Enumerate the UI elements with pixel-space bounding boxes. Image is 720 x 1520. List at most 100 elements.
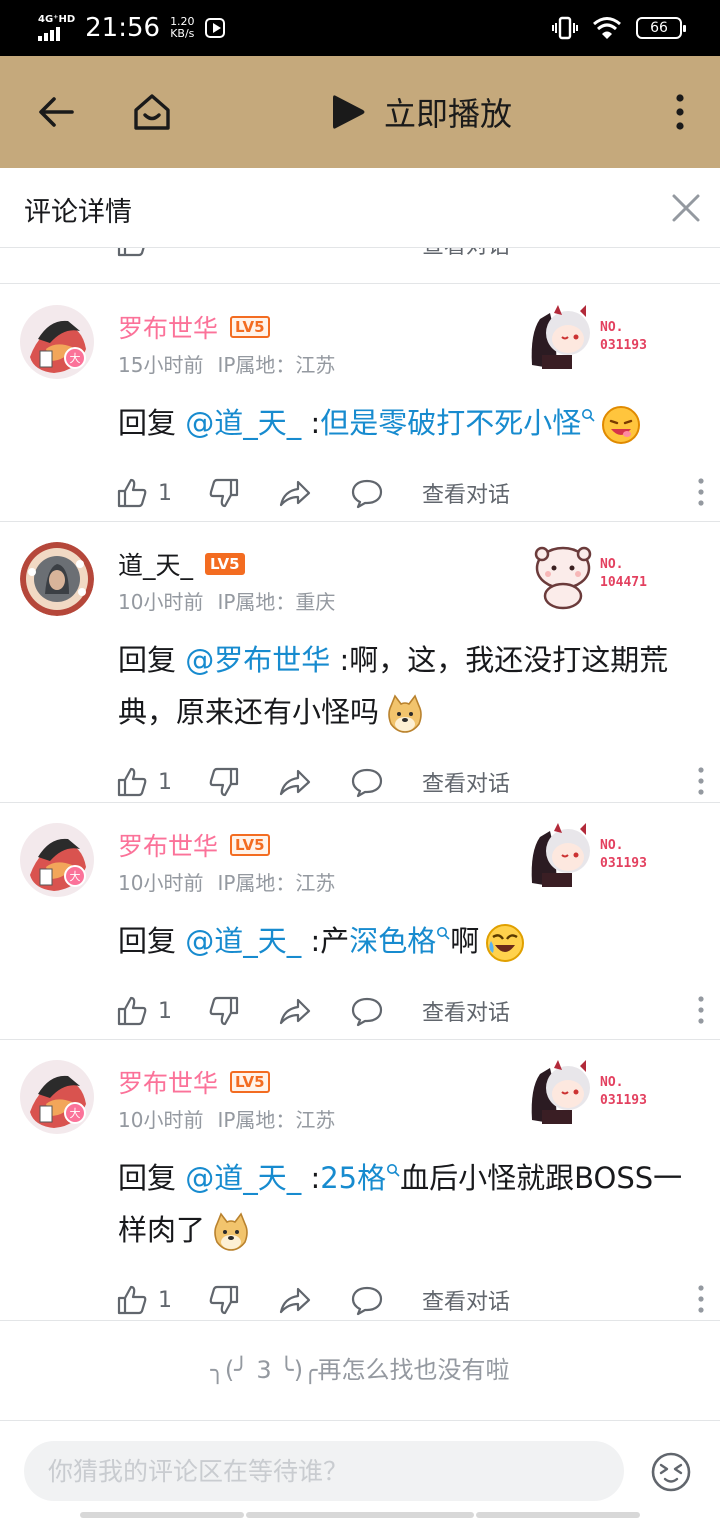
- level-badge: LV5: [230, 1071, 270, 1093]
- separator: :: [330, 643, 350, 677]
- like-count: 1: [158, 998, 172, 1024]
- view-conversation-link[interactable]: 查看对话: [422, 1284, 510, 1316]
- battery-indicator: 66: [636, 17, 686, 39]
- like-count: 2: [158, 248, 172, 253]
- comment-time: 10小时前: [118, 1108, 204, 1132]
- like-icon: [117, 478, 147, 508]
- share-button[interactable]: [278, 766, 312, 798]
- comment-content: 回复 @道_天_ :但是零破打不死小怪: [118, 397, 704, 449]
- fan-card[interactable]: NO. 104471: [528, 540, 664, 610]
- avatar[interactable]: [20, 1060, 94, 1134]
- more-vertical-icon: [698, 1285, 704, 1313]
- fan-number: NO. 031193: [600, 320, 647, 353]
- username[interactable]: 罗布世华 LV5: [118, 1064, 270, 1100]
- like-icon: [117, 767, 147, 797]
- search-keyword-link[interactable]: 深色格: [349, 924, 436, 958]
- username[interactable]: 罗布世华 LV5: [118, 309, 270, 345]
- view-conversation-link[interactable]: 查看对话: [422, 248, 510, 260]
- more-menu-button[interactable]: [652, 84, 708, 140]
- view-conversation-link[interactable]: 查看对话: [422, 995, 510, 1027]
- dislike-icon: [209, 996, 239, 1026]
- reply-button[interactable]: [350, 1284, 384, 1316]
- ip-location: IP属地：重庆: [217, 590, 336, 614]
- comment-more-button[interactable]: [696, 766, 706, 796]
- gesture-bar: [476, 1512, 640, 1518]
- comment-more-button[interactable]: [696, 995, 706, 1025]
- like-icon[interactable]: [116, 248, 148, 258]
- panel-title: 评论详情: [24, 197, 132, 228]
- fan-card-figure-icon: [528, 821, 598, 895]
- status-time: 21:56: [85, 13, 161, 43]
- like-count: 1: [158, 769, 172, 795]
- sticker-emoji-icon: [601, 405, 641, 445]
- back-button[interactable]: [28, 84, 84, 140]
- sticker-emoji-icon: [211, 1212, 251, 1252]
- reply-input[interactable]: [24, 1441, 624, 1501]
- comment-more-button[interactable]: [696, 1284, 706, 1314]
- mention-link[interactable]: @道_天_: [185, 1161, 301, 1195]
- comment-item: 道_天_ LV5 10小时前 IP属地：重庆 NO. 104471 回复 @罗布…: [0, 522, 720, 803]
- like-button[interactable]: 1: [116, 995, 172, 1027]
- like-button[interactable]: 1: [116, 477, 172, 509]
- ip-location: IP属地：江苏: [217, 1108, 336, 1132]
- more-vertical-icon: [698, 478, 704, 506]
- dislike-icon: [209, 478, 239, 508]
- mention-link[interactable]: @道_天_: [185, 406, 301, 440]
- comment-item: 大 罗布世华 LV5 10小时前 IP属地：江苏 NO. 031193 回复 @…: [0, 803, 720, 1040]
- reply-button[interactable]: [350, 477, 384, 509]
- comment-meta: 10小时前 IP属地：江苏: [118, 1104, 335, 1133]
- play-now-button[interactable]: 立即播放: [330, 86, 512, 138]
- comment-content: 回复 @道_天_ :产深色格啊: [118, 915, 704, 967]
- reply-button[interactable]: [350, 995, 384, 1027]
- avatar[interactable]: [20, 305, 94, 379]
- comment-detail-header: 评论详情: [0, 168, 720, 248]
- like-icon: [117, 996, 147, 1026]
- emoji-button[interactable]: [650, 1451, 692, 1493]
- fan-card-figure-icon: [528, 540, 598, 614]
- app-bar: 立即播放: [0, 56, 720, 168]
- comment-meta: 15小时前 IP属地：江苏: [118, 349, 335, 378]
- comment-text: 产: [320, 924, 350, 958]
- network-type: 4G⁺HD: [38, 14, 76, 25]
- reply-bar: [0, 1420, 720, 1520]
- like-button[interactable]: 1: [116, 1284, 172, 1316]
- previous-comment-actions: 2 查看对话: [0, 248, 720, 284]
- like-icon: [117, 1285, 147, 1315]
- avatar[interactable]: [20, 542, 94, 616]
- search-keyword-link[interactable]: 25格: [320, 1161, 386, 1195]
- home-button[interactable]: [124, 84, 180, 140]
- username[interactable]: 道_天_ LV5: [118, 546, 245, 582]
- dislike-button[interactable]: [208, 766, 240, 798]
- comment-more-button[interactable]: [696, 477, 706, 507]
- share-button[interactable]: [278, 995, 312, 1027]
- reply-prefix: 回复: [118, 924, 186, 958]
- fan-card[interactable]: NO. 031193: [528, 1058, 664, 1128]
- mention-link[interactable]: @道_天_: [185, 924, 301, 958]
- comment-time: 10小时前: [118, 590, 204, 614]
- reply-bubble-icon: [351, 768, 383, 798]
- reply-button[interactable]: [350, 766, 384, 798]
- fan-card[interactable]: NO. 031193: [528, 303, 664, 373]
- dislike-button[interactable]: [208, 477, 240, 509]
- fan-card-figure-icon: [528, 303, 598, 377]
- close-button[interactable]: [666, 188, 706, 228]
- end-of-list-text: ╮(╯ 3 ╰)╭再怎么找也没有啦: [210, 1356, 510, 1384]
- comment-text[interactable]: 但是零破打不死小怪: [320, 406, 581, 440]
- like-button[interactable]: 1: [116, 766, 172, 798]
- share-button[interactable]: [278, 477, 312, 509]
- dislike-button[interactable]: [208, 1284, 240, 1316]
- share-icon: [279, 769, 311, 796]
- play-now-label: 立即播放: [384, 95, 513, 133]
- username[interactable]: 罗布世华 LV5: [118, 827, 270, 863]
- gesture-bar: [80, 1512, 244, 1518]
- fan-card[interactable]: NO. 031193: [528, 821, 664, 891]
- view-conversation-link[interactable]: 查看对话: [422, 766, 510, 798]
- avatar[interactable]: [20, 823, 94, 897]
- comment-actions: 1 查看对话: [116, 991, 706, 1031]
- view-conversation-link[interactable]: 查看对话: [422, 477, 510, 509]
- dislike-button[interactable]: [208, 995, 240, 1027]
- mention-link[interactable]: @罗布世华: [185, 643, 330, 677]
- ip-location: IP属地：江苏: [217, 871, 336, 895]
- fan-number: NO. 031193: [600, 838, 647, 871]
- share-button[interactable]: [278, 1284, 312, 1316]
